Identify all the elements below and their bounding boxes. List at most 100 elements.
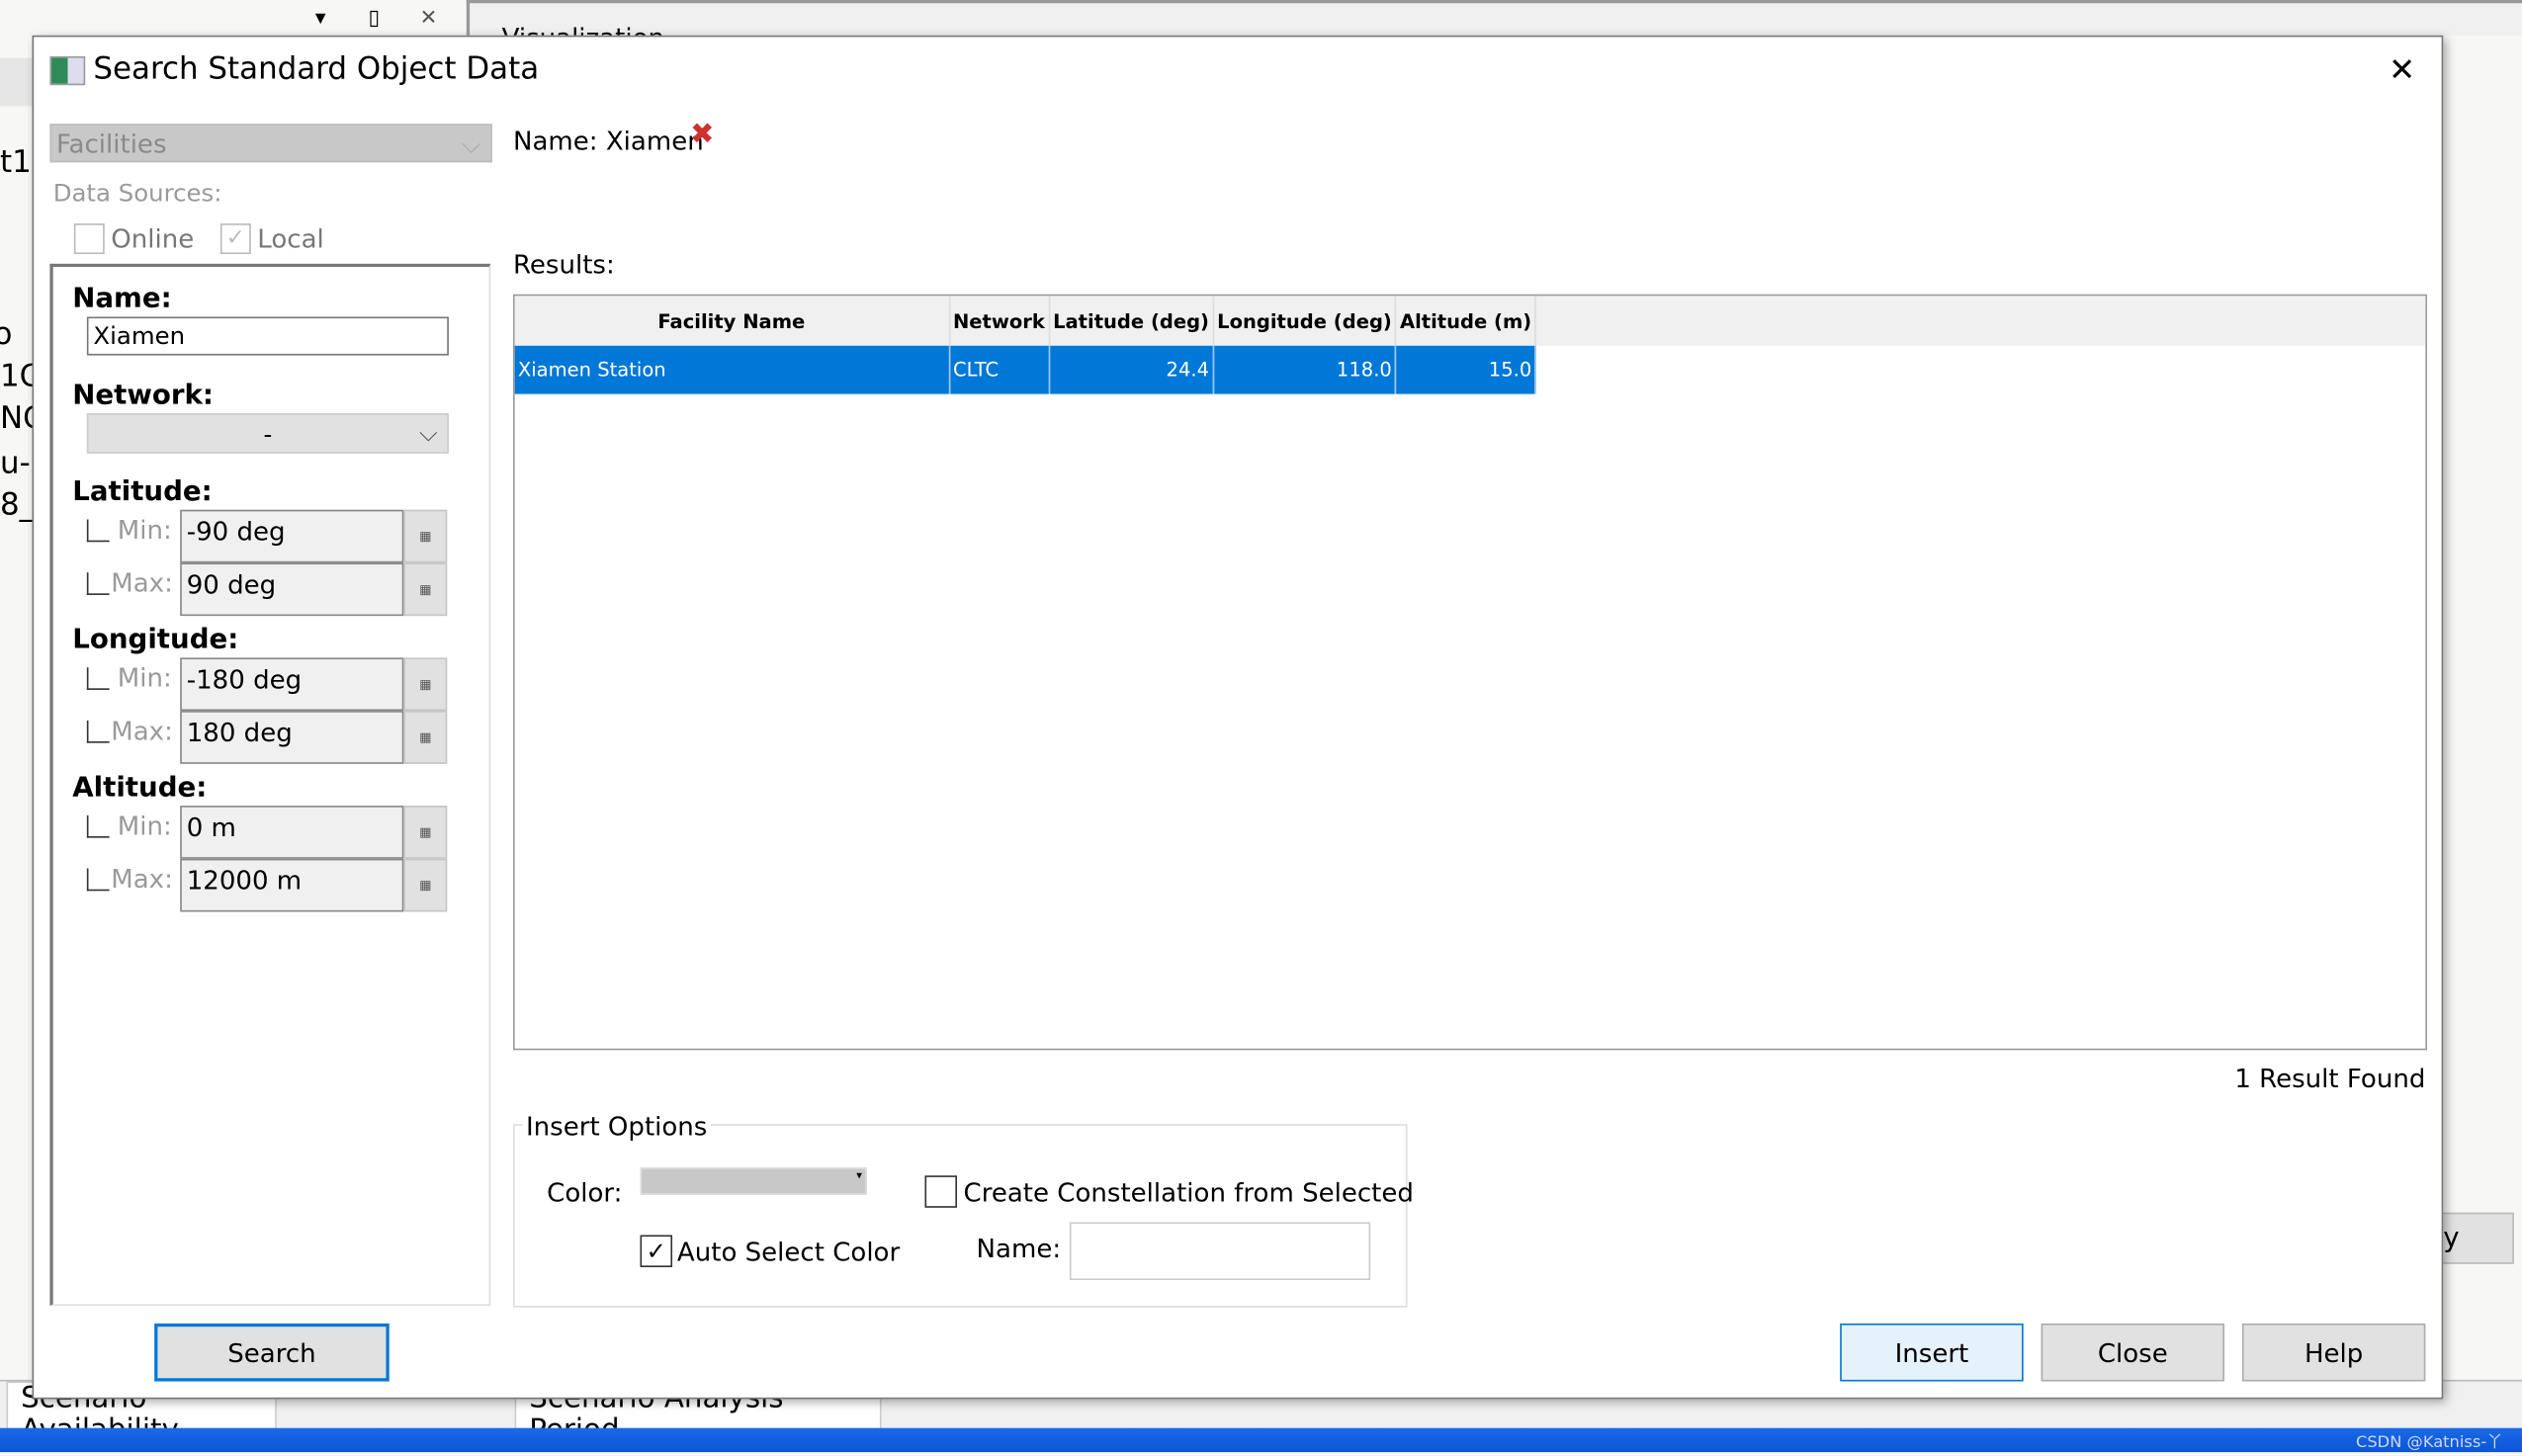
latitude-min-label: Min: — [117, 514, 172, 546]
create-constellation-checkbox[interactable] — [924, 1175, 958, 1208]
latitude-min-input[interactable]: -90 deg — [180, 509, 404, 563]
latitude-max-input[interactable]: 90 deg — [180, 562, 404, 617]
bg-text: 8_ — [0, 486, 36, 523]
bg-text: o — [0, 317, 12, 353]
online-label: Online — [111, 223, 195, 255]
insert-options-group: Insert Options Color: ▾ Create Constella… — [512, 1111, 1414, 1308]
dropdown-arrow-icon: ▾ — [856, 1168, 863, 1182]
unit-menu-button[interactable]: ▦ — [403, 711, 448, 764]
close-icon[interactable]: ✕ — [2389, 49, 2415, 88]
close-button-label: Close — [2097, 1336, 2168, 1368]
unit-menu-button[interactable]: ▦ — [403, 509, 448, 563]
cell-latitude: 24.4 — [1048, 345, 1214, 394]
auto-select-color-checkbox[interactable]: ✓ — [640, 1235, 673, 1268]
object-type-value: Facilities — [55, 128, 167, 160]
unit-menu-button[interactable]: ▦ — [403, 657, 448, 712]
local-label: Local — [257, 223, 324, 255]
name-input-value: Xiamen — [93, 321, 186, 351]
altitude-label: Altitude: — [72, 771, 208, 805]
cell-longitude: 118.0 — [1213, 345, 1397, 394]
cell-facility-name: Xiamen Station — [514, 345, 950, 394]
bg-text: u- — [0, 445, 31, 481]
filter-panel: Name: Xiamen Network: - ⌵ Latitude: Longi… — [49, 263, 491, 1307]
restore-icon[interactable]: ▯ — [369, 7, 381, 31]
watermark: CSDN @Katniss-丫 — [2355, 1434, 2503, 1453]
help-button[interactable]: Help — [2241, 1323, 2426, 1382]
column-header[interactable]: Latitude (deg) — [1048, 296, 1214, 346]
column-header[interactable]: Facility Name — [514, 296, 950, 346]
close-button[interactable]: Close — [2041, 1323, 2225, 1382]
search-button[interactable]: Search — [154, 1323, 390, 1382]
name-label: Name: — [72, 283, 172, 315]
insert-button[interactable]: Insert — [1840, 1323, 2024, 1382]
latitude-max-label: Max: — [111, 567, 173, 599]
longitude-max-value: 180 deg — [186, 717, 293, 748]
constellation-name-input[interactable] — [1069, 1222, 1371, 1281]
cell-altitude: 15.0 — [1395, 345, 1537, 394]
unit-menu-button[interactable]: ▦ — [403, 858, 448, 912]
online-checkbox[interactable] — [73, 223, 105, 255]
altitude-min-input[interactable]: 0 m — [180, 806, 404, 859]
dropdown-icon[interactable]: ▾ — [315, 7, 326, 31]
ruler-icon: ▦ — [419, 824, 432, 840]
background-button-label: y — [2443, 1222, 2460, 1254]
unit-menu-button[interactable]: ▦ — [403, 562, 448, 617]
status-bar: CSDN @Katniss-丫 — [0, 1427, 2522, 1453]
ruler-icon: ▦ — [419, 676, 432, 692]
latitude-min-checkbox[interactable] — [86, 519, 110, 543]
background-window-title: Visualization — [502, 23, 664, 36]
longitude-min-label: Min: — [117, 662, 172, 694]
column-header[interactable]: Longitude (deg) — [1213, 296, 1397, 346]
longitude-max-label: Max: — [111, 715, 173, 746]
longitude-max-checkbox[interactable] — [86, 720, 110, 743]
result-count: 1 Result Found — [2234, 1063, 2426, 1094]
search-button-label: Search — [227, 1336, 316, 1368]
latitude-min-value: -90 deg — [186, 516, 286, 548]
altitude-max-label: Max: — [111, 863, 173, 895]
close-icon[interactable]: ✕ — [420, 7, 438, 31]
longitude-max-input[interactable]: 180 deg — [180, 711, 404, 764]
altitude-min-label: Min: — [117, 810, 172, 841]
longitude-label: Longitude: — [72, 624, 239, 656]
longitude-min-checkbox[interactable] — [86, 667, 110, 690]
results-label: Results: — [512, 249, 615, 281]
app-icon — [49, 55, 86, 86]
table-row[interactable]: Xiamen Station CLTC 24.4 118.0 15.0 — [514, 345, 1537, 394]
ruler-icon: ▦ — [419, 581, 432, 597]
altitude-max-checkbox[interactable] — [86, 868, 110, 892]
search-dialog: Search Standard Object Data ✕ Facilities… — [32, 35, 2444, 1400]
results-table: Facility Name Network Latitude (deg) Lon… — [512, 294, 2428, 1051]
altitude-max-value: 12000 m — [186, 865, 303, 897]
unit-menu-button[interactable]: ▦ — [403, 806, 448, 859]
name-input[interactable]: Xiamen — [86, 316, 449, 356]
color-picker[interactable]: ▾ — [640, 1167, 867, 1195]
network-label: Network: — [72, 379, 214, 412]
dialog-title: Search Standard Object Data — [93, 51, 540, 87]
latitude-max-value: 90 deg — [186, 568, 277, 600]
query-summary: Name: Xiamen — [512, 125, 704, 156]
altitude-max-input[interactable]: 12000 m — [180, 858, 404, 912]
ruler-icon: ▦ — [419, 729, 432, 745]
chevron-down-icon: ⌵ — [419, 417, 438, 448]
altitude-min-checkbox[interactable] — [86, 814, 110, 838]
cell-network: CLTC — [948, 345, 1050, 394]
network-select[interactable]: - ⌵ — [86, 413, 449, 454]
object-type-select[interactable]: Facilities ⌵ — [49, 124, 492, 163]
document-icon — [0, 57, 33, 107]
altitude-min-value: 0 m — [186, 812, 236, 843]
data-sources-label: Data Sources: — [52, 178, 222, 208]
bg-text: t1 — [0, 144, 32, 181]
auto-select-color-label: Auto Select Color — [676, 1237, 901, 1268]
longitude-min-input[interactable]: -180 deg — [180, 657, 404, 712]
remove-filter-icon[interactable]: ✖ — [690, 118, 715, 151]
column-header[interactable]: Network — [948, 296, 1050, 346]
ruler-icon: ▦ — [419, 878, 432, 893]
background-window: Visualization — [466, 0, 2522, 36]
color-label: Color: — [547, 1176, 623, 1208]
chevron-down-icon: ⌵ — [461, 128, 481, 160]
column-header[interactable]: Altitude (m) — [1395, 296, 1537, 346]
latitude-max-checkbox[interactable] — [86, 572, 110, 595]
constellation-name-label: Name: — [976, 1233, 1062, 1264]
local-checkbox[interactable]: ✓ — [219, 223, 251, 255]
screen: ▾ ▯ ✕ Visualization t1 o 1C NC u- 8_ y S… — [0, 0, 2522, 1456]
